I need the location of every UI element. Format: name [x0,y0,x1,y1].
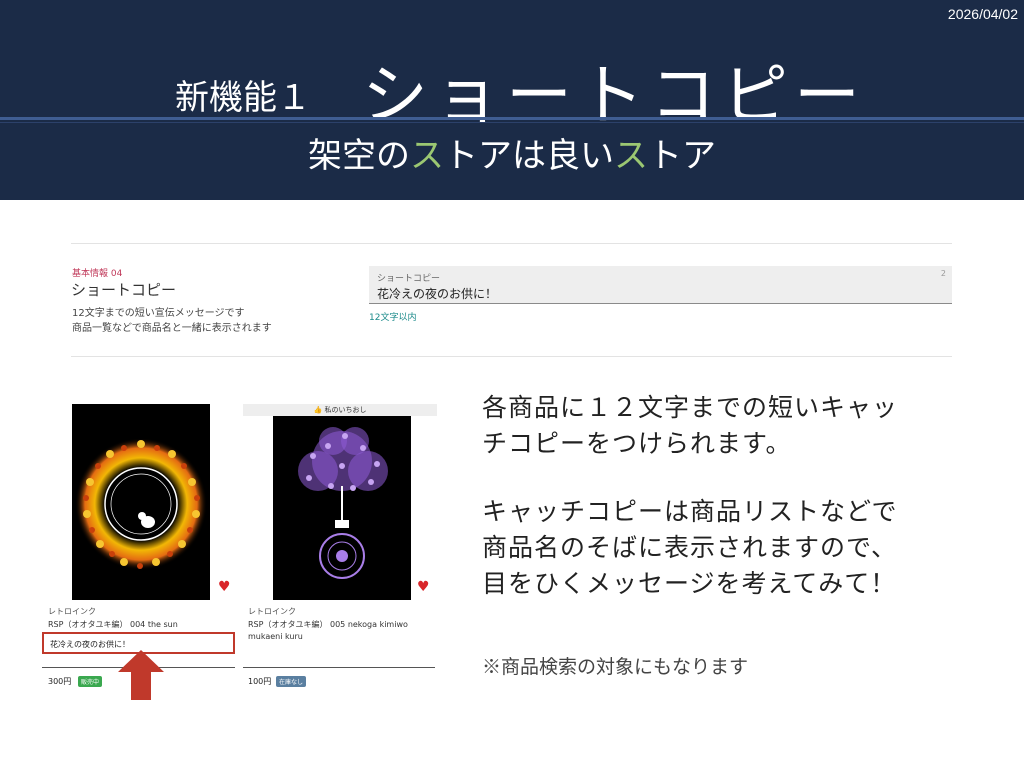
purple-tree-illustration [298,427,388,579]
subtitle-part: トア [648,136,716,176]
field-hint: 12文字以内 [369,313,417,323]
date-label: 2026/04/02 [947,6,1018,22]
explanation-line: 商品名のそばに表示されますので、 [482,533,898,562]
product-name[interactable]: RSP（オオタユキ編） 004 the sun [48,619,178,631]
subtitle-accent: ス [410,136,444,176]
subtitle-part: 架空の [308,136,410,176]
char-counter: 2 [940,269,946,278]
form-top-divider [71,243,952,244]
explanation-paragraph-2: キャッチコピーは商品リストなどで 商品名のそばに表示されますので、 目をひくメッ… [482,494,898,602]
up-arrow-icon [118,650,164,700]
search-note: ※商品検索の対象にもなります [482,656,749,678]
subtitle-part: トアは良い [444,136,614,176]
page-title: ショートコピー [362,57,866,134]
explanation-paragraph-1: 各商品に１２文字までの短いキャッ チコピーをつけられます。 [482,390,898,462]
form-category: 基本情報 04 [72,269,123,279]
explanation-line: キャッチコピーは商品リストなどで [482,497,898,526]
explanation-line: 目をひくメッセージを考えてみて！ [482,569,897,598]
form-description: 12文字までの短い宣伝メッセージです 商品一覧などで商品名と一緒に表示されます [72,306,272,336]
product-divider [243,667,435,668]
heart-icon[interactable]: ♥ [417,580,430,594]
sun-wreath-illustration [75,438,207,570]
recommend-banner: 👍 私のいちおし [243,404,437,416]
form-description-line: 12文字までの短い宣伝メッセージです [72,308,245,319]
product-card-1[interactable]: ♥ [42,404,236,600]
product-price: 300円 [48,677,72,686]
product-image-tree[interactable] [273,416,411,600]
subtitle-accent: ス [614,136,648,176]
form-description-line: 商品一覧などで商品名と一緒に表示されます [72,323,272,334]
product-card-2[interactable]: 👍 私のいちおし ♥ [243,404,437,600]
form-title: ショートコピー [71,281,177,299]
short-copy-input[interactable]: ショートコピー 花冷えの夜のお供に！ 2 [369,266,952,304]
product-price: 100円 [248,677,272,686]
short-copy-input-label: ショートコピー [377,274,441,284]
product-brand: レトロインク [48,607,96,616]
product-name-line: mukaeni kuru [248,632,303,641]
status-badge: 販売中 [78,676,103,687]
form-bottom-divider [71,356,952,357]
short-copy-input-value[interactable]: 花冷えの夜のお供に！ [377,285,497,302]
recommend-label: 👍 私のいちおし [313,406,367,414]
product-name-line: RSP（オオタユキ編） 005 nekoga kimiwo [248,620,408,629]
header-divider-thin [0,122,1024,123]
header-divider [0,117,1024,120]
subtitle: 架空のストアは良いストア [0,128,1024,177]
product-image-sun[interactable] [72,404,210,600]
product-name[interactable]: RSP（オオタユキ編） 005 nekoga kimiwo mukaeni ku… [248,619,408,643]
heart-icon[interactable]: ♥ [218,580,231,594]
explanation-line: チコピーをつけられます。 [482,429,792,458]
feature-label: 新機能１ [175,78,311,118]
product-brand: レトロインク [248,607,296,616]
explanation-line: 各商品に１２文字までの短いキャッ [482,393,899,422]
product-short-copy: 花冷えの夜のお供に！ [50,640,130,649]
status-badge: 在庫なし [276,676,307,687]
